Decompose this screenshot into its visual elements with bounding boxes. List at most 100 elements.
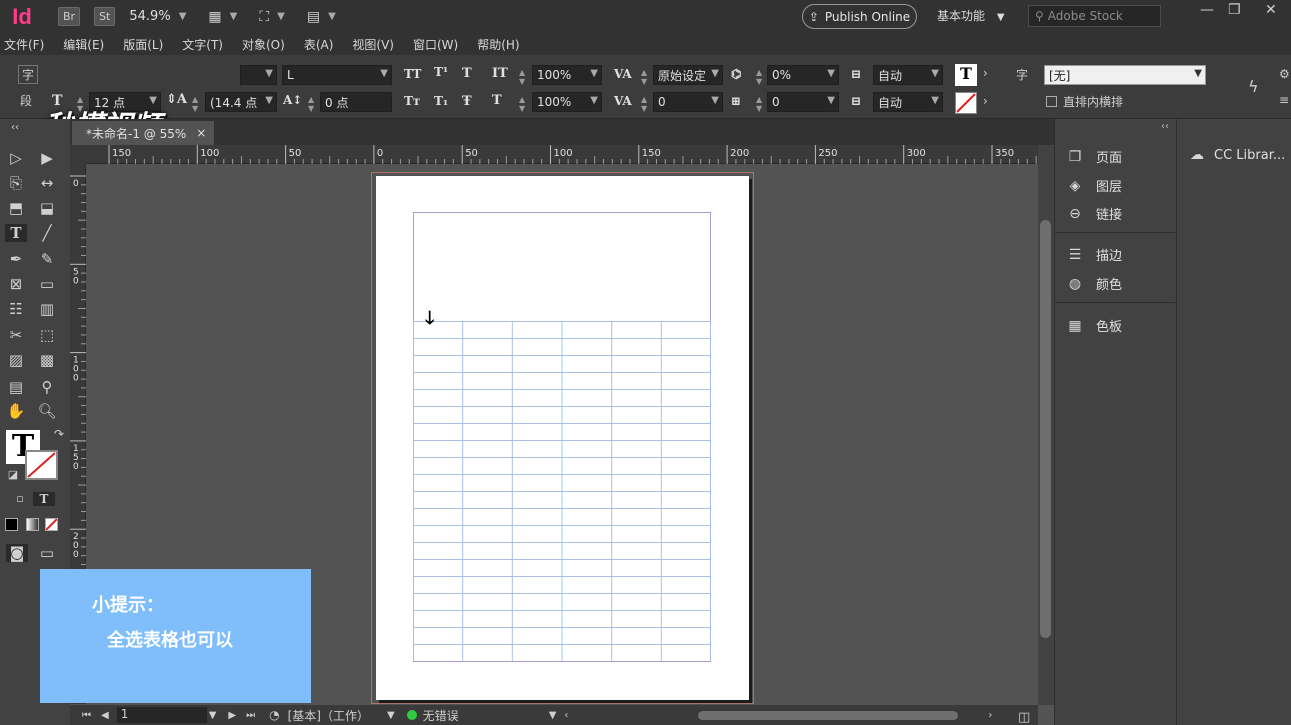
chevron-down-icon[interactable]: ▼ <box>387 710 395 721</box>
page-number-field[interactable]: 1 <box>116 707 207 723</box>
view-options-icon[interactable]: ▦ <box>208 9 221 25</box>
split-window-icon[interactable]: ◫ <box>1018 710 1030 725</box>
menu-edit[interactable]: 编辑(E) <box>63 36 104 53</box>
menu-view[interactable]: 视图(V) <box>352 36 394 53</box>
apply-color-icon[interactable] <box>5 518 18 531</box>
content-collector-icon[interactable]: ⬒ <box>5 199 27 217</box>
menu-window[interactable]: 窗口(W) <box>413 36 458 53</box>
spinner-icon[interactable]: ▲ ▼ <box>756 68 762 86</box>
next-page-icon[interactable]: ▶ <box>228 710 236 721</box>
gradient-swatch-tool-icon[interactable]: ▨ <box>5 351 27 369</box>
workspace-switcher[interactable]: 基本功能 ▼ <box>937 7 1005 24</box>
panel-links[interactable]: ⊖ 链接 <box>1066 204 1122 224</box>
pencil-tool-icon[interactable]: ✎ <box>36 250 58 268</box>
rectangle-frame-tool-icon[interactable]: ⊠ <box>5 275 27 293</box>
gradient-feather-tool-icon[interactable]: ▩ <box>36 351 58 369</box>
chevron-down-icon[interactable]: ▼ <box>209 710 217 721</box>
chevron-down-icon[interactable]: ▼ <box>230 11 238 22</box>
gap-tool-icon[interactable]: ↔ <box>36 174 58 192</box>
horizontal-grid-tool-icon[interactable]: ☷ <box>5 300 27 318</box>
chevron-right-icon[interactable]: › <box>983 66 988 80</box>
minimize-icon[interactable]: — <box>1200 2 1214 18</box>
ruler-origin[interactable] <box>70 145 86 164</box>
adobe-stock-search[interactable]: ⚲ Adobe Stock <box>1028 5 1161 27</box>
vertical-in-horizontal-checkbox[interactable] <box>1046 96 1057 107</box>
hand-tool-icon[interactable]: ✋ <box>5 402 27 420</box>
panel-stroke[interactable]: ☰ 描边 <box>1066 245 1122 265</box>
scroll-left-icon[interactable]: ‹ <box>564 710 568 721</box>
menu-type[interactable]: 文字(T) <box>182 36 223 53</box>
horizontal-ruler[interactable]: 150 100 50 0 50 100 150 200 250 300 350 <box>86 145 1038 164</box>
skew-field[interactable]: 0% ▼ <box>767 65 839 85</box>
zoom-tool-icon[interactable]: 🔍︎ <box>36 402 58 420</box>
baseline-shift-field[interactable]: 0 点 <box>320 92 392 112</box>
font-style-field[interactable]: L ▼ <box>282 65 392 85</box>
menu-table[interactable]: 表(A) <box>304 36 334 53</box>
collapse-icon[interactable]: ‹‹ <box>4 122 26 133</box>
last-page-icon[interactable]: ⏭ <box>246 710 255 721</box>
stroke-swatch-icon[interactable] <box>25 450 58 480</box>
font-family-field[interactable]: ▼ <box>240 65 277 85</box>
zoom-level[interactable]: 54.9% <box>129 9 170 24</box>
restore-icon[interactable]: ❐ <box>1228 2 1241 18</box>
swap-fill-stroke-icon[interactable]: ↷ <box>48 427 70 441</box>
tracking-field[interactable]: 0 ▼ <box>653 92 723 112</box>
content-placer-icon[interactable]: ⬓ <box>36 199 58 217</box>
panel-color[interactable]: ◍ 颜色 <box>1066 274 1122 294</box>
spinner-icon[interactable]: ▲ ▼ <box>641 68 647 86</box>
paragraph-mode-label[interactable]: 段 <box>20 92 32 109</box>
chevron-down-icon[interactable]: ▼ <box>328 11 336 22</box>
panel-pages[interactable]: ❐ 页面 <box>1066 147 1122 167</box>
previous-page-icon[interactable]: ◀ <box>101 710 109 721</box>
leading-field[interactable]: (14.4 点 ▼ <box>205 92 277 112</box>
normal-view-icon[interactable]: ◙ <box>6 544 28 562</box>
apply-none-icon[interactable] <box>45 518 58 531</box>
first-page-icon[interactable]: ⏮ <box>82 710 91 721</box>
panel-layers[interactable]: ◈ 图层 <box>1066 176 1122 196</box>
type-tool-icon[interactable]: T <box>5 224 27 242</box>
table[interactable] <box>413 321 711 661</box>
stroke-none-icon[interactable] <box>955 92 977 114</box>
spinner-icon[interactable]: ▲ ▼ <box>641 95 647 113</box>
formatting-text-icon[interactable]: T <box>33 492 55 506</box>
close-icon[interactable]: × <box>196 126 206 140</box>
preflight-profile[interactable]: [基本]（工作） <box>288 707 369 724</box>
close-window-icon[interactable]: ✕ <box>1265 2 1277 18</box>
rectangle-tool-icon[interactable]: ▭ <box>36 275 58 293</box>
all-caps-icon[interactable]: TT <box>404 67 421 81</box>
publish-online-button[interactable]: ⇪ Publish Online <box>802 4 917 29</box>
spinner-icon[interactable]: ▲ ▼ <box>192 95 198 113</box>
apply-gradient-icon[interactable] <box>26 518 39 531</box>
chevron-down-icon[interactable]: ▼ <box>549 710 557 721</box>
spinner-icon[interactable]: ▲ ▼ <box>756 95 762 113</box>
document-tab[interactable]: *未命名-1 @ 55% × <box>72 121 214 145</box>
panel-swatches[interactable]: ▦ 色板 <box>1066 316 1122 336</box>
vertical-scale-field[interactable]: 100% ▼ <box>532 65 602 85</box>
chevron-right-icon[interactable]: › <box>983 94 988 108</box>
scroll-right-icon[interactable]: › <box>988 710 992 721</box>
rotation-field[interactable]: 0 ▼ <box>767 92 839 112</box>
selection-tool-icon[interactable]: ▷ <box>5 149 27 167</box>
collapse-dock-icon[interactable]: ‹‹ <box>1161 121 1169 132</box>
note-tool-icon[interactable]: ▤ <box>5 378 27 396</box>
pen-tool-icon[interactable]: ✒ <box>5 250 27 268</box>
direct-selection-tool-icon[interactable]: ▶ <box>36 149 58 167</box>
spinner-icon[interactable]: ▲ ▼ <box>519 95 525 113</box>
chevron-down-icon[interactable]: ▼ <box>277 11 285 22</box>
scissors-tool-icon[interactable]: ✂ <box>5 326 27 344</box>
lightning-icon[interactable]: ϟ <box>1248 77 1259 96</box>
kerning-field[interactable]: 原始设定 ▼ <box>653 65 723 85</box>
screen-mode-icon[interactable]: ⛶ <box>259 9 269 25</box>
screen-mode-tool-icon[interactable]: ▭ <box>36 544 58 562</box>
horizontal-scale-field[interactable]: 100% ▼ <box>532 92 602 112</box>
fill-text-icon[interactable]: T <box>955 64 977 86</box>
eyedropper-tool-icon[interactable]: ⚲ <box>36 378 58 396</box>
strikethrough-icon[interactable]: Ŧ <box>462 94 472 109</box>
subscript-icon[interactable]: T₁ <box>434 94 448 108</box>
auto-field-2[interactable]: 自动 ▼ <box>873 92 943 112</box>
menu-layout[interactable]: 版面(L) <box>123 36 163 53</box>
chevron-down-icon[interactable]: ▼ <box>179 11 187 22</box>
menu-file[interactable]: 文件(F) <box>4 36 44 53</box>
small-caps-icon[interactable]: Tт <box>404 94 420 108</box>
gear-icon[interactable]: ⚙ <box>1279 67 1290 81</box>
